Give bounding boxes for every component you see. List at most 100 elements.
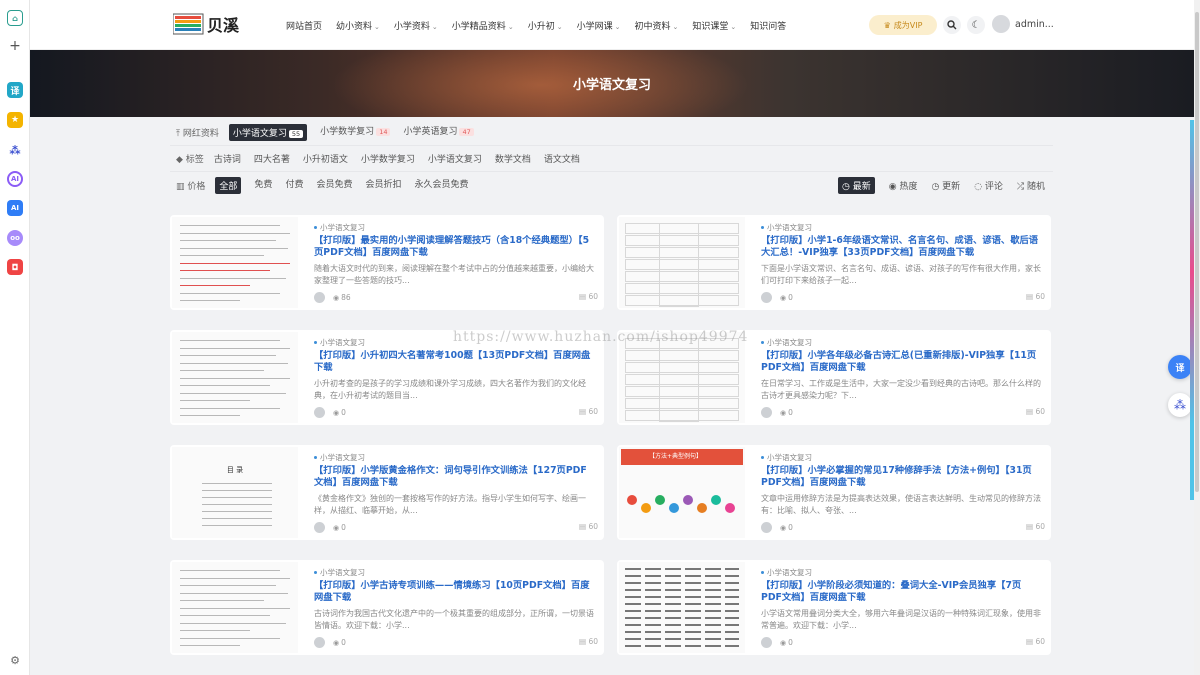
author-avatar[interactable] bbox=[314, 407, 325, 418]
author-avatar[interactable] bbox=[761, 292, 772, 303]
sort-option[interactable]: ◷ 最新 bbox=[837, 176, 875, 194]
tag-filter-label: ◆ 标签 bbox=[176, 155, 204, 165]
page-scrollbar[interactable] bbox=[1194, 0, 1200, 675]
app-star-icon[interactable]: ★ bbox=[7, 112, 23, 128]
nav-item[interactable]: 幼小资料 ⌄ bbox=[336, 19, 380, 32]
post-title[interactable]: 【打印版】小学必掌握的常见17种修辞手法【方法+例句】【31页PDF文档】百度网… bbox=[761, 465, 1041, 489]
tag-option[interactable]: 语文文档 bbox=[544, 152, 580, 165]
post-title[interactable]: 【打印版】小学各年级必备古诗汇总(已重新排版)-VIP独享【11页PDF文档】百… bbox=[761, 350, 1041, 374]
app-ai-icon[interactable]: AI bbox=[7, 200, 23, 216]
thumb-line bbox=[180, 277, 286, 279]
post-thumbnail[interactable] bbox=[172, 562, 298, 653]
post-title[interactable]: 【打印版】小学古诗专项训练——情境练习【10页PDF文档】百度网盘下载 bbox=[314, 580, 594, 604]
dark-mode-moon-icon[interactable]: ☾ bbox=[967, 16, 985, 34]
user-menu[interactable]: admin... bbox=[992, 15, 1054, 33]
post-title[interactable]: 【打印版】小升初四大名著常考100题【13页PDF文档】百度网盘下载 bbox=[314, 350, 594, 374]
translate-float-button[interactable]: 译 bbox=[1168, 355, 1192, 379]
app-ai-circle-icon[interactable]: AI bbox=[7, 171, 23, 187]
add-icon[interactable]: + bbox=[7, 38, 23, 54]
post-card[interactable]: 小学语文复习【打印版】小学1-6年级语文常识、名言名句、成语、谚语、歇后语大汇总… bbox=[617, 215, 1051, 310]
post-meta: ◉ 0 bbox=[314, 407, 346, 418]
post-category[interactable]: 小学语文复习 bbox=[314, 337, 365, 348]
home-icon[interactable]: ⌂ bbox=[7, 10, 23, 26]
app-network-icon[interactable]: ⁂ bbox=[7, 142, 23, 158]
post-card[interactable]: 【方法+典型例句】 小学语文复习【打印版】小学必掌握的常见17种修辞手法【方法+例… bbox=[617, 445, 1051, 540]
category-option[interactable]: 小学语文复习 55 bbox=[228, 124, 308, 141]
post-category[interactable]: 小学语文复习 bbox=[314, 567, 365, 578]
site-logo[interactable]: 贝溪 bbox=[172, 11, 245, 37]
sort-option[interactable]: ◷ 更新 bbox=[931, 179, 960, 192]
post-card[interactable]: 目 录 小学语文复习【打印版】小学版黄金格作文：词句导引作文训练法【127页PDF… bbox=[170, 445, 604, 540]
post-category[interactable]: 小学语文复习 bbox=[761, 222, 812, 233]
price-option[interactable]: 付费 bbox=[285, 177, 303, 194]
post-title[interactable]: 【打印版】小学阶段必须知道的：叠词大全-VIP会员独享【7页PDF文档】百度网盘… bbox=[761, 580, 1041, 604]
post-card[interactable]: 小学语文复习【打印版】小学阶段必须知道的：叠词大全-VIP会员独享【7页PDF文… bbox=[617, 560, 1051, 655]
app-translate-icon[interactable]: 译 bbox=[7, 82, 23, 98]
sort-option[interactable]: ⤮ 随机 bbox=[1017, 179, 1045, 192]
nav-item[interactable]: 小学精品资料 ⌄ bbox=[452, 19, 514, 32]
post-category[interactable]: 小学语文复习 bbox=[314, 222, 365, 233]
nav-item[interactable]: 知识问答 bbox=[750, 19, 786, 32]
author-avatar[interactable] bbox=[761, 407, 772, 418]
view-count: ◉ 0 bbox=[780, 523, 793, 532]
post-category[interactable]: 小学语文复习 bbox=[761, 337, 812, 348]
tag-option[interactable]: 小升初语文 bbox=[303, 152, 348, 165]
author-avatar[interactable] bbox=[314, 292, 325, 303]
settings-gear-icon[interactable]: ⚙ bbox=[7, 652, 23, 668]
post-title[interactable]: 【打印版】最实用的小学阅读理解答题技巧（含18个经典题型）【5页PDF文档】百度… bbox=[314, 235, 594, 259]
app-game-icon[interactable]: ◘ bbox=[7, 259, 23, 275]
tag-option[interactable]: 小学数学复习 bbox=[361, 152, 415, 165]
post-card[interactable]: 小学语文复习【打印版】小学古诗专项训练——情境练习【10页PDF文档】百度网盘下… bbox=[170, 560, 604, 655]
thumb-line bbox=[180, 340, 280, 341]
nav-item[interactable]: 初中资料 ⌄ bbox=[634, 19, 678, 32]
thumb-line bbox=[202, 490, 272, 491]
post-category[interactable]: 小学语文复习 bbox=[314, 452, 365, 463]
post-card[interactable]: 小学语文复习【打印版】最实用的小学阅读理解答题技巧（含18个经典题型）【5页PD… bbox=[170, 215, 604, 310]
post-thumbnail[interactable] bbox=[172, 332, 298, 423]
sort-options: ◷ 最新 ◉ 热度 ◷ 更新 ◌ 评论 ⤮ 随机 bbox=[824, 172, 1045, 198]
category-option[interactable]: 小学英语复习 47 bbox=[403, 124, 474, 141]
post-thumbnail[interactable]: 【方法+典型例句】 bbox=[619, 447, 745, 538]
nav-item[interactable]: 小学资料 ⌄ bbox=[394, 19, 438, 32]
become-vip-button[interactable]: ♛ 成为VIP bbox=[869, 15, 937, 35]
app-chat-icon[interactable]: oo bbox=[7, 230, 23, 246]
tag-option[interactable]: 小学语文复习 bbox=[428, 152, 482, 165]
author-avatar[interactable] bbox=[761, 522, 772, 533]
price-icon: ▥ bbox=[176, 181, 185, 192]
network-float-button[interactable]: ⁂ bbox=[1168, 393, 1192, 417]
post-thumbnail[interactable]: 目 录 bbox=[172, 447, 298, 538]
post-thumbnail[interactable] bbox=[172, 217, 298, 308]
price-option[interactable]: 会员免费 bbox=[316, 177, 352, 194]
nav-item[interactable]: 知识课堂 ⌄ bbox=[692, 19, 736, 32]
nav-item[interactable]: 小学网课 ⌄ bbox=[577, 19, 621, 32]
post-title[interactable]: 【打印版】小学1-6年级语文常识、名言名句、成语、谚语、歇后语大汇总！-VIP独… bbox=[761, 235, 1041, 259]
post-thumbnail[interactable] bbox=[619, 332, 745, 423]
price-option[interactable]: 全部 bbox=[215, 176, 242, 194]
price-option[interactable]: 免费 bbox=[254, 177, 272, 194]
post-category[interactable]: 小学语文复习 bbox=[761, 567, 812, 578]
sort-option[interactable]: ◌ 评论 bbox=[974, 179, 1003, 192]
eye-icon: ◉ bbox=[333, 638, 340, 647]
author-avatar[interactable] bbox=[314, 637, 325, 648]
post-title[interactable]: 【打印版】小学版黄金格作文：词句导引作文训练法【127页PDF文档】百度网盘下载 bbox=[314, 465, 594, 489]
category-option[interactable]: 小学数学复习 14 bbox=[320, 124, 391, 141]
post-count: ▤ 60 bbox=[579, 407, 598, 416]
nav-item[interactable]: 小升初 ⌄ bbox=[528, 19, 563, 32]
tag-option[interactable]: 古诗词 bbox=[214, 152, 241, 165]
author-avatar[interactable] bbox=[314, 522, 325, 533]
nav-item[interactable]: 网站首页 bbox=[286, 19, 322, 32]
post-thumbnail[interactable] bbox=[619, 217, 745, 308]
tag-option[interactable]: 数学文档 bbox=[495, 152, 531, 165]
author-avatar[interactable] bbox=[761, 637, 772, 648]
post-thumbnail[interactable] bbox=[619, 562, 745, 653]
chevron-down-icon: ⌄ bbox=[730, 22, 737, 31]
sort-option[interactable]: ◉ 热度 bbox=[889, 179, 918, 192]
search-icon[interactable] bbox=[943, 16, 961, 34]
post-excerpt: 《黄金格作文》独创的一套按格写作的好方法。指导小学生如何写字、绘画一样，从描红、… bbox=[314, 494, 586, 515]
post-category[interactable]: 小学语文复习 bbox=[761, 452, 812, 463]
tag-option[interactable]: 四大名著 bbox=[254, 152, 290, 165]
price-option[interactable]: 永久会员免费 bbox=[414, 177, 468, 194]
price-option[interactable]: 会员折扣 bbox=[365, 177, 401, 194]
thumb-red-banner: 【方法+典型例句】 bbox=[621, 449, 743, 465]
thumb-balloon bbox=[683, 495, 693, 505]
